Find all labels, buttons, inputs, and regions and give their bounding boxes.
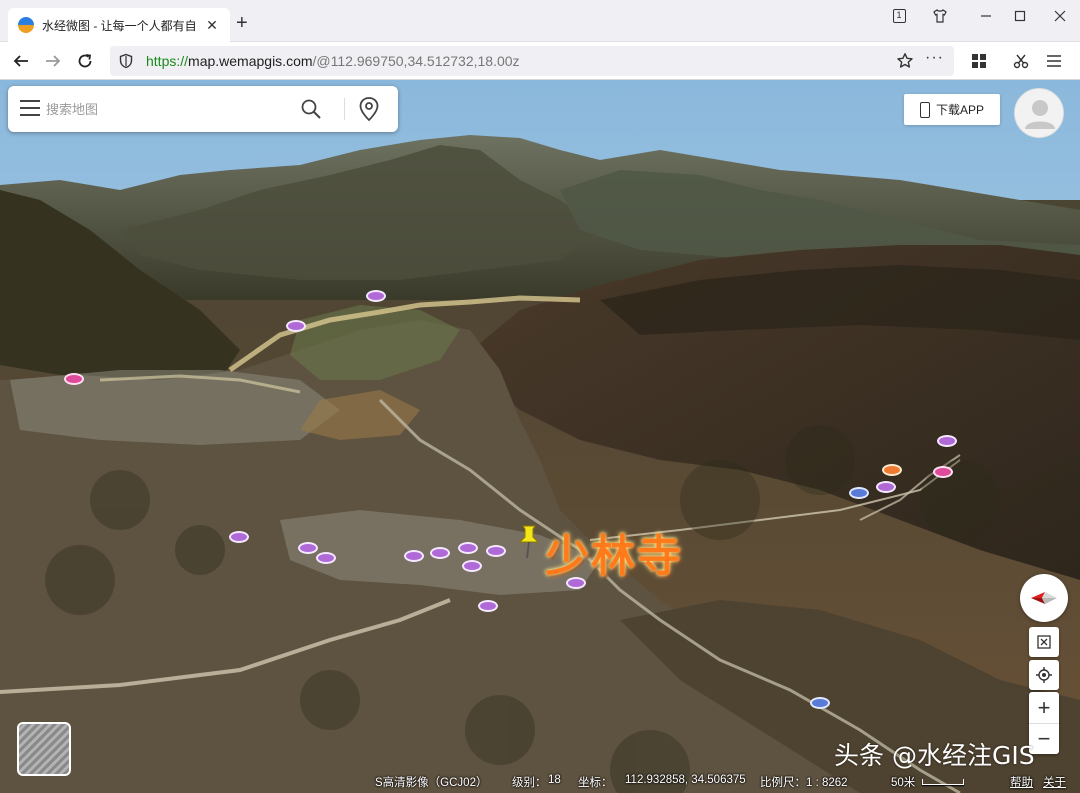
url-scheme: https:// (146, 53, 189, 69)
terrain-imagery (0, 80, 1080, 793)
search-input[interactable] (46, 94, 296, 124)
level-label: 级别： (512, 777, 547, 789)
url-text[interactable]: https://map.wemapgis.com/@112.969750,34.… (146, 53, 520, 69)
site-favicon-icon (18, 17, 34, 33)
poi-marker[interactable] (486, 545, 506, 557)
my-location-icon[interactable] (1029, 660, 1059, 690)
location-pin-icon[interactable] (358, 96, 380, 127)
url-path: /@112.969750,34.512732,18.00z (312, 53, 520, 69)
poi-marker[interactable] (937, 435, 957, 447)
scale-ratio: 比例尺：1 : 8262 (760, 777, 848, 789)
browser-tab[interactable]: 水经微图 - 让每一个人都有自 ✕ (8, 8, 230, 42)
back-arrow-icon[interactable] (10, 50, 32, 72)
poi-marker[interactable] (478, 600, 498, 612)
browser-toolbar: https://map.wemapgis.com/@112.969750,34.… (0, 42, 1080, 80)
poi-marker[interactable] (366, 290, 386, 302)
hamburger-menu-icon[interactable] (1044, 51, 1064, 71)
imagery-source: S高清影像（GCJ02） (375, 777, 488, 789)
poi-marker[interactable] (64, 373, 84, 385)
tab-overview-button[interactable]: 1 (885, 6, 913, 26)
tab-count: 1 (892, 9, 906, 23)
poi-marker[interactable] (849, 487, 869, 499)
tab-title: 水经微图 - 让每一个人都有自 (42, 18, 197, 33)
screenshot-scissors-icon[interactable] (1011, 51, 1031, 71)
search-panel (8, 86, 398, 132)
search-divider (344, 98, 345, 120)
browser-tab-bar: 水经微图 - 让每一个人都有自 ✕ + 1 (0, 0, 1080, 42)
download-app-label: 下载APP (935, 103, 984, 117)
poi-marker[interactable] (876, 481, 896, 493)
coord-value: 112.932858, 34.506375 (625, 774, 746, 786)
poi-marker[interactable] (810, 697, 830, 709)
watermark-text: 头条 @水经注GIS (834, 741, 1035, 770)
download-app-button[interactable]: 下载APP (904, 94, 1000, 125)
new-tab-icon[interactable]: + (236, 13, 248, 33)
minimize-icon[interactable] (972, 6, 1000, 26)
about-link[interactable]: 关于 (1043, 774, 1066, 790)
forward-arrow-icon[interactable] (42, 50, 64, 72)
place-label-shaolin[interactable]: 少林寺 (545, 520, 683, 584)
bookmark-star-icon[interactable] (896, 52, 914, 75)
address-bar[interactable]: https://map.wemapgis.com/@112.969750,34.… (110, 46, 954, 76)
url-host: map.wemapgis.com (188, 53, 313, 69)
map-status-bar: S高清影像（GCJ02） 级别： 18 坐标： 112.932858, 34.5… (0, 770, 1080, 793)
apps-grid-icon[interactable] (969, 51, 989, 71)
pushpin-marker-icon[interactable] (516, 524, 542, 565)
poi-marker[interactable] (404, 550, 424, 562)
scale-bar (922, 779, 964, 785)
level-value: 18 (548, 774, 561, 786)
window-close-icon[interactable] (1046, 6, 1074, 26)
poi-marker[interactable] (286, 320, 306, 332)
help-link[interactable]: 帮助 (1010, 774, 1033, 790)
poi-marker[interactable] (882, 464, 902, 476)
basemap-layer-switcher[interactable] (17, 722, 71, 776)
zoom-in-button[interactable]: + (1029, 692, 1059, 723)
scale-distance: 50米 (891, 777, 916, 789)
poi-marker[interactable] (462, 560, 482, 572)
poi-marker[interactable] (933, 466, 953, 478)
map-3d-view[interactable]: 少林寺 下载APP + − 头条 @水经注GIS S高清影像（GCJ02 (0, 80, 1080, 793)
user-avatar-icon[interactable] (1014, 88, 1064, 138)
menu-icon[interactable] (20, 100, 40, 118)
tab-close-icon[interactable]: ✕ (204, 17, 220, 34)
poi-marker[interactable] (298, 542, 318, 554)
compass-icon[interactable] (1020, 574, 1068, 622)
shield-icon[interactable] (118, 53, 134, 74)
fullscreen-toggle-icon[interactable] (1029, 627, 1059, 657)
poi-marker[interactable] (229, 531, 249, 543)
poi-marker[interactable] (316, 552, 336, 564)
poi-marker[interactable] (458, 542, 478, 554)
phone-icon (919, 101, 930, 118)
reload-icon[interactable] (74, 50, 96, 72)
skin-shirt-icon[interactable] (926, 6, 954, 26)
search-icon[interactable] (300, 98, 322, 125)
poi-marker[interactable] (430, 547, 450, 559)
more-actions-icon[interactable]: ··· (925, 49, 944, 67)
coord-label: 坐标： (578, 777, 613, 789)
maximize-icon[interactable] (1006, 6, 1034, 26)
